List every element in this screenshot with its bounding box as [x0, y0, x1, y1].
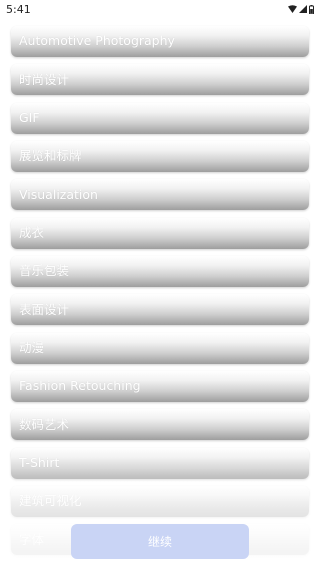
category-item[interactable]: 时尚设计 — [11, 64, 309, 96]
battery-icon — [309, 4, 314, 14]
category-label: 音乐包装 — [19, 263, 70, 279]
category-label: 建筑可视化 — [19, 493, 82, 509]
signal-icon — [299, 5, 307, 13]
status-bar: 5:41 — [0, 0, 320, 18]
wifi-icon — [288, 5, 297, 13]
category-label: Visualization — [19, 186, 98, 202]
category-list: Automotive Photography 时尚设计 GIF 展览和标牌 Vi… — [11, 26, 309, 563]
category-item[interactable]: Visualization — [11, 179, 309, 211]
status-time: 5:41 — [6, 2, 31, 16]
category-label: 动漫 — [19, 340, 45, 355]
category-item[interactable]: 动漫 — [11, 332, 309, 364]
category-item[interactable]: GIF — [11, 102, 309, 134]
category-label: T-Shirt — [19, 455, 60, 471]
category-label: GIF — [19, 109, 40, 125]
category-label: 表面设计 — [19, 301, 70, 317]
category-item[interactable]: Automotive Photography — [11, 26, 309, 57]
category-item[interactable]: Fashion Retouching — [11, 371, 309, 403]
continue-button[interactable]: 继续 — [71, 524, 249, 559]
category-label: 时尚设计 — [19, 71, 70, 87]
category-label: 成衣 — [19, 224, 45, 240]
category-label: Automotive Photography — [19, 33, 175, 49]
category-label: Fashion Retouching — [19, 378, 141, 394]
category-label: 数码艺术 — [19, 416, 70, 432]
status-icons — [288, 4, 314, 14]
category-item[interactable]: 表面设计 — [11, 294, 309, 326]
category-label: 字体 — [19, 531, 45, 547]
category-label: 展览和标牌 — [19, 148, 82, 164]
category-item[interactable]: 展览和标牌 — [11, 141, 309, 173]
category-item[interactable]: 成衣 — [11, 217, 309, 249]
category-item[interactable]: 建筑可视化 — [11, 486, 309, 518]
category-item[interactable]: 数码艺术 — [11, 409, 309, 441]
category-item[interactable]: T-Shirt — [11, 447, 309, 479]
category-item[interactable]: 音乐包装 — [11, 256, 309, 288]
